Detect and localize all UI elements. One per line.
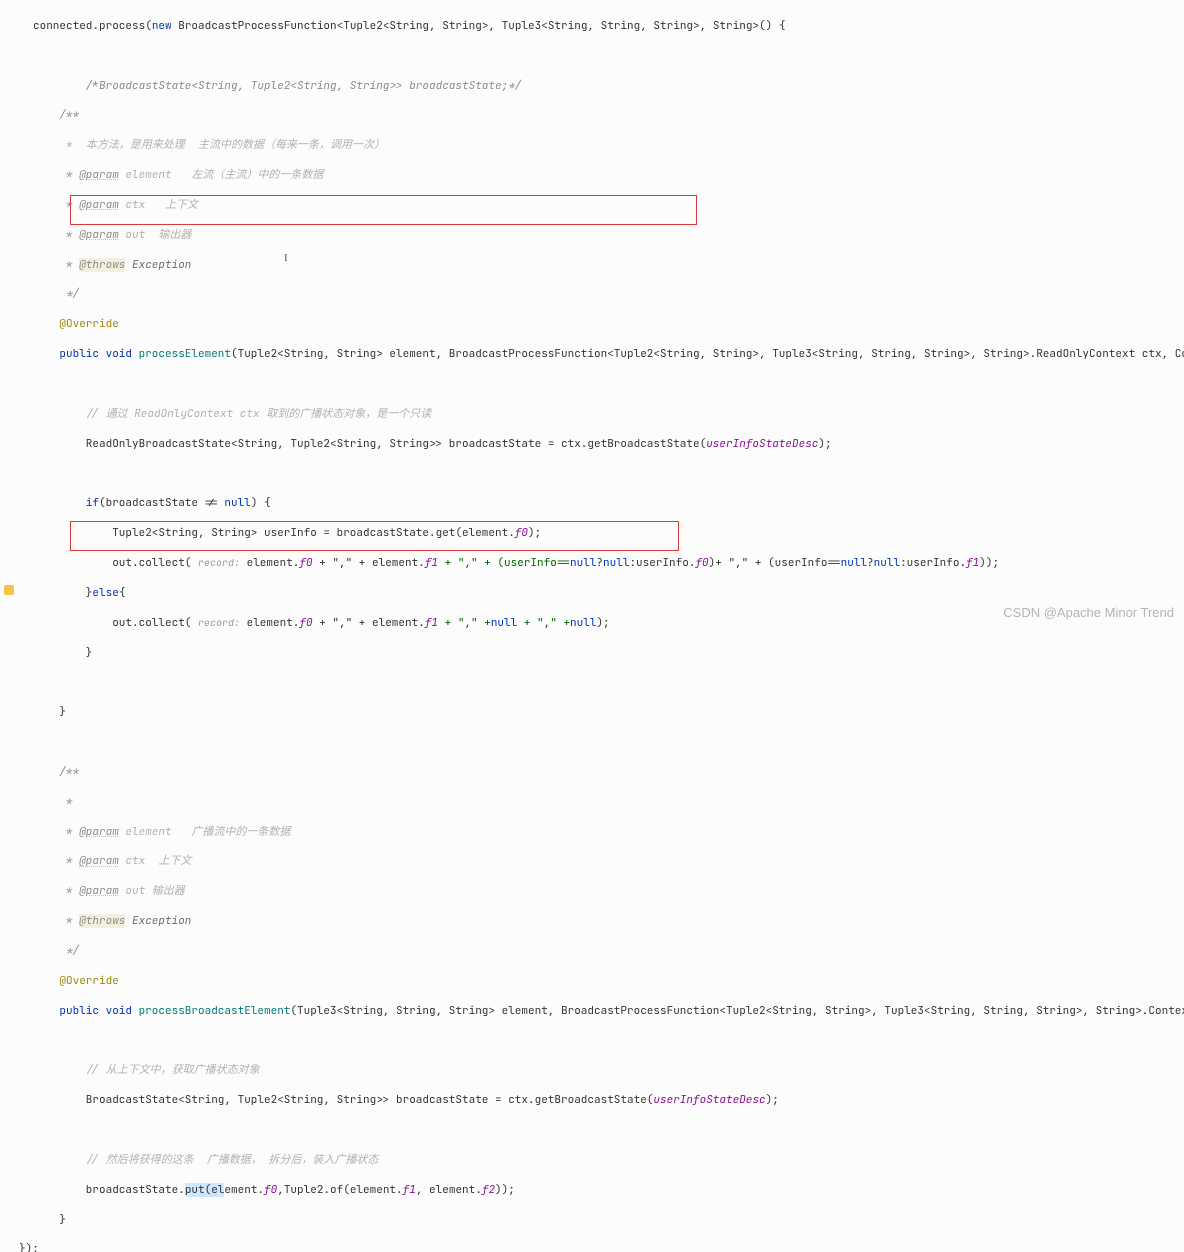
code-line: connected.process(new BroadcastProcessFu… [33,19,1184,34]
code-line: * @param ctx 上下文 [33,854,1184,869]
code-line: * @param ctx 上下文 [33,198,1184,213]
code-line: * @throws Exception [33,914,1184,929]
code-line: broadcastState.put(element.f0,Tuple2.of(… [33,1183,1184,1198]
code-line: } [33,1213,1184,1228]
code-line: * @throws Exception [33,258,1184,273]
code-line: * [33,795,1184,810]
code-line: @Override [33,974,1184,989]
code-block: connected.process(new BroadcastProcessFu… [0,4,1184,1252]
code-line: * 本方法，是用来处理 主流中的数据（每来一条，调用一次） [33,138,1184,153]
code-line: Tuple2<String, String> userInfo = broadc… [33,526,1184,541]
code-line: if(broadcastState != null) { [33,496,1184,511]
code-line: public void processBroadcastElement(Tupl… [33,1004,1184,1019]
code-line: } [33,705,1184,720]
code-line: * @param element 广播流中的一条数据 [33,825,1184,840]
code-line: /*BroadcastState<String, Tuple2<String, … [33,79,1184,94]
code-line: ReadOnlyBroadcastState<String, Tuple2<St… [33,437,1184,452]
code-line: // 通过 ReadOnlyContext ctx 取到的广播状态对象，是一个只… [33,407,1184,422]
code-line: }); [19,1242,1184,1252]
code-line: */ [33,287,1184,302]
code-line: */ [33,944,1184,959]
code-line: * @param out 输出器 [33,228,1184,243]
code-line: public void processElement(Tuple2<String… [33,347,1184,362]
code-line: } [33,646,1184,661]
gutter-warning-icon [4,585,14,595]
code-line: * @param out 输出器 [33,884,1184,899]
code-line: // 然后将获得的这条 广播数据， 拆分后，装入广播状态 [33,1153,1184,1168]
code-line: /** [33,765,1184,780]
watermark-text: CSDN @Apache Minor Trend [1003,604,1174,622]
code-line: /** [33,108,1184,123]
code-line: // 从上下文中，获取广播状态对象 [33,1063,1184,1078]
code-line: * @param element 左流（主流）中的一条数据 [33,168,1184,183]
code-line: out.collect( record: element.f0 + "," + … [33,556,1184,571]
code-line: }else{ [33,586,1184,601]
code-line: BroadcastState<String, Tuple2<String, St… [33,1093,1184,1108]
code-line: @Override [33,317,1184,332]
